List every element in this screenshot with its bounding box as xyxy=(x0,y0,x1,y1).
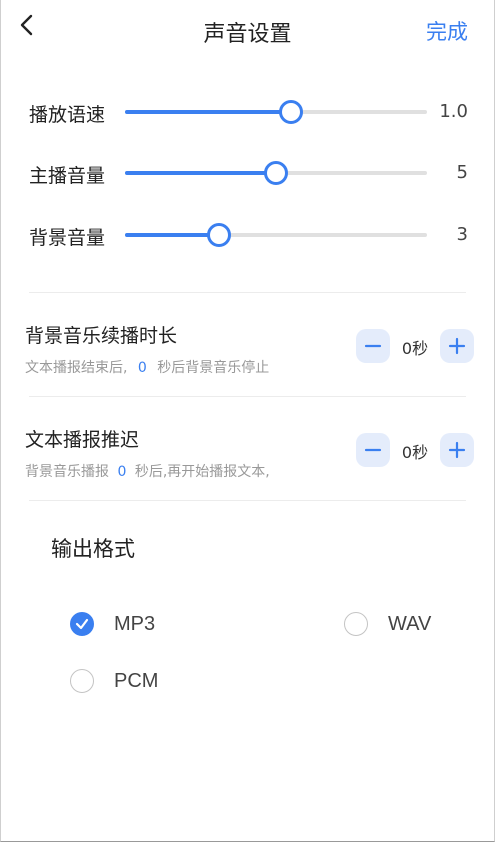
screen: 声音设置 完成 播放语速 1.0 主播音量 5 背景音量 3 背景音乐续播时长 … xyxy=(0,0,495,842)
desc-value: 0 xyxy=(117,464,127,480)
decrease-button[interactable] xyxy=(356,329,390,363)
speed-slider-track[interactable] xyxy=(125,100,427,124)
radio-button[interactable] xyxy=(344,612,368,636)
format-option-mp3[interactable]: MP3 xyxy=(70,609,155,639)
text-delay-desc: 背景音乐播报 0 秒后,再开始播报文本, xyxy=(25,461,270,481)
divider xyxy=(29,292,466,293)
desc-value: 0 xyxy=(137,360,147,376)
text-delay-title: 文本播报推迟 xyxy=(25,429,140,451)
bg-volume-slider-row: 背景音量 3 xyxy=(1,217,495,253)
speed-slider-thumb[interactable] xyxy=(279,100,304,124)
desc-suffix: 秒后,再开始播报文本, xyxy=(134,464,270,480)
bg-volume-thumb[interactable] xyxy=(206,223,231,247)
stepper-value: 0秒 xyxy=(401,339,429,358)
radio-label: PCM xyxy=(114,669,159,692)
decrease-button[interactable] xyxy=(356,433,390,467)
desc-suffix: 秒后背景音乐停止 xyxy=(157,360,270,376)
bg-volume-label: 背景音量 xyxy=(29,227,106,249)
increase-button[interactable] xyxy=(440,329,474,363)
format-option-pcm[interactable]: PCM xyxy=(70,666,158,696)
output-format-title: 输出格式 xyxy=(51,537,135,561)
bg-music-duration-desc: 文本播报结束后, 0 秒后背景音乐停止 xyxy=(25,357,269,377)
check-icon xyxy=(75,618,89,630)
anchor-volume-track[interactable] xyxy=(125,161,427,185)
divider xyxy=(29,396,466,397)
divider xyxy=(29,500,466,501)
bg-volume-fill xyxy=(125,233,219,237)
bg-music-duration-title: 背景音乐续播时长 xyxy=(25,325,178,347)
plus-icon xyxy=(448,441,466,459)
done-button[interactable]: 完成 xyxy=(426,16,468,46)
minus-icon xyxy=(364,448,382,452)
text-delay-stepper: 0秒 xyxy=(356,433,474,467)
plus-icon xyxy=(448,337,466,355)
stepper-value: 0秒 xyxy=(401,443,429,462)
anchor-volume-slider-row: 主播音量 5 xyxy=(1,155,495,191)
increase-button[interactable] xyxy=(440,433,474,467)
page-title: 声音设置 xyxy=(203,22,292,47)
anchor-volume-value: 5 xyxy=(456,162,468,183)
speed-slider-fill xyxy=(125,110,292,114)
bg-music-duration-stepper: 0秒 xyxy=(356,329,474,363)
desc-prefix: 文本播报结束后, xyxy=(25,360,128,376)
bg-music-duration-block: 背景音乐续播时长 文本播报结束后, 0 秒后背景音乐停止 0秒 xyxy=(1,321,495,401)
radio-button[interactable] xyxy=(70,669,94,693)
anchor-volume-fill xyxy=(125,171,276,175)
text-delay-block: 文本播报推迟 背景音乐播报 0 秒后,再开始播报文本, 0秒 xyxy=(1,425,495,505)
anchor-volume-thumb[interactable] xyxy=(264,161,288,185)
anchor-volume-label: 主播音量 xyxy=(29,165,106,187)
radio-button[interactable] xyxy=(70,612,94,636)
speed-slider-row: 播放语速 1.0 xyxy=(1,94,495,130)
bg-volume-track[interactable] xyxy=(125,223,427,247)
radio-label: MP3 xyxy=(114,612,156,635)
bg-volume-value: 3 xyxy=(456,224,468,245)
radio-label: WAV xyxy=(388,612,432,635)
format-option-wav[interactable]: WAV xyxy=(344,609,431,639)
speed-slider-label: 播放语速 xyxy=(29,104,106,126)
desc-prefix: 背景音乐播报 xyxy=(25,464,109,480)
speed-slider-value: 1.0 xyxy=(439,101,468,122)
minus-icon xyxy=(364,344,382,348)
